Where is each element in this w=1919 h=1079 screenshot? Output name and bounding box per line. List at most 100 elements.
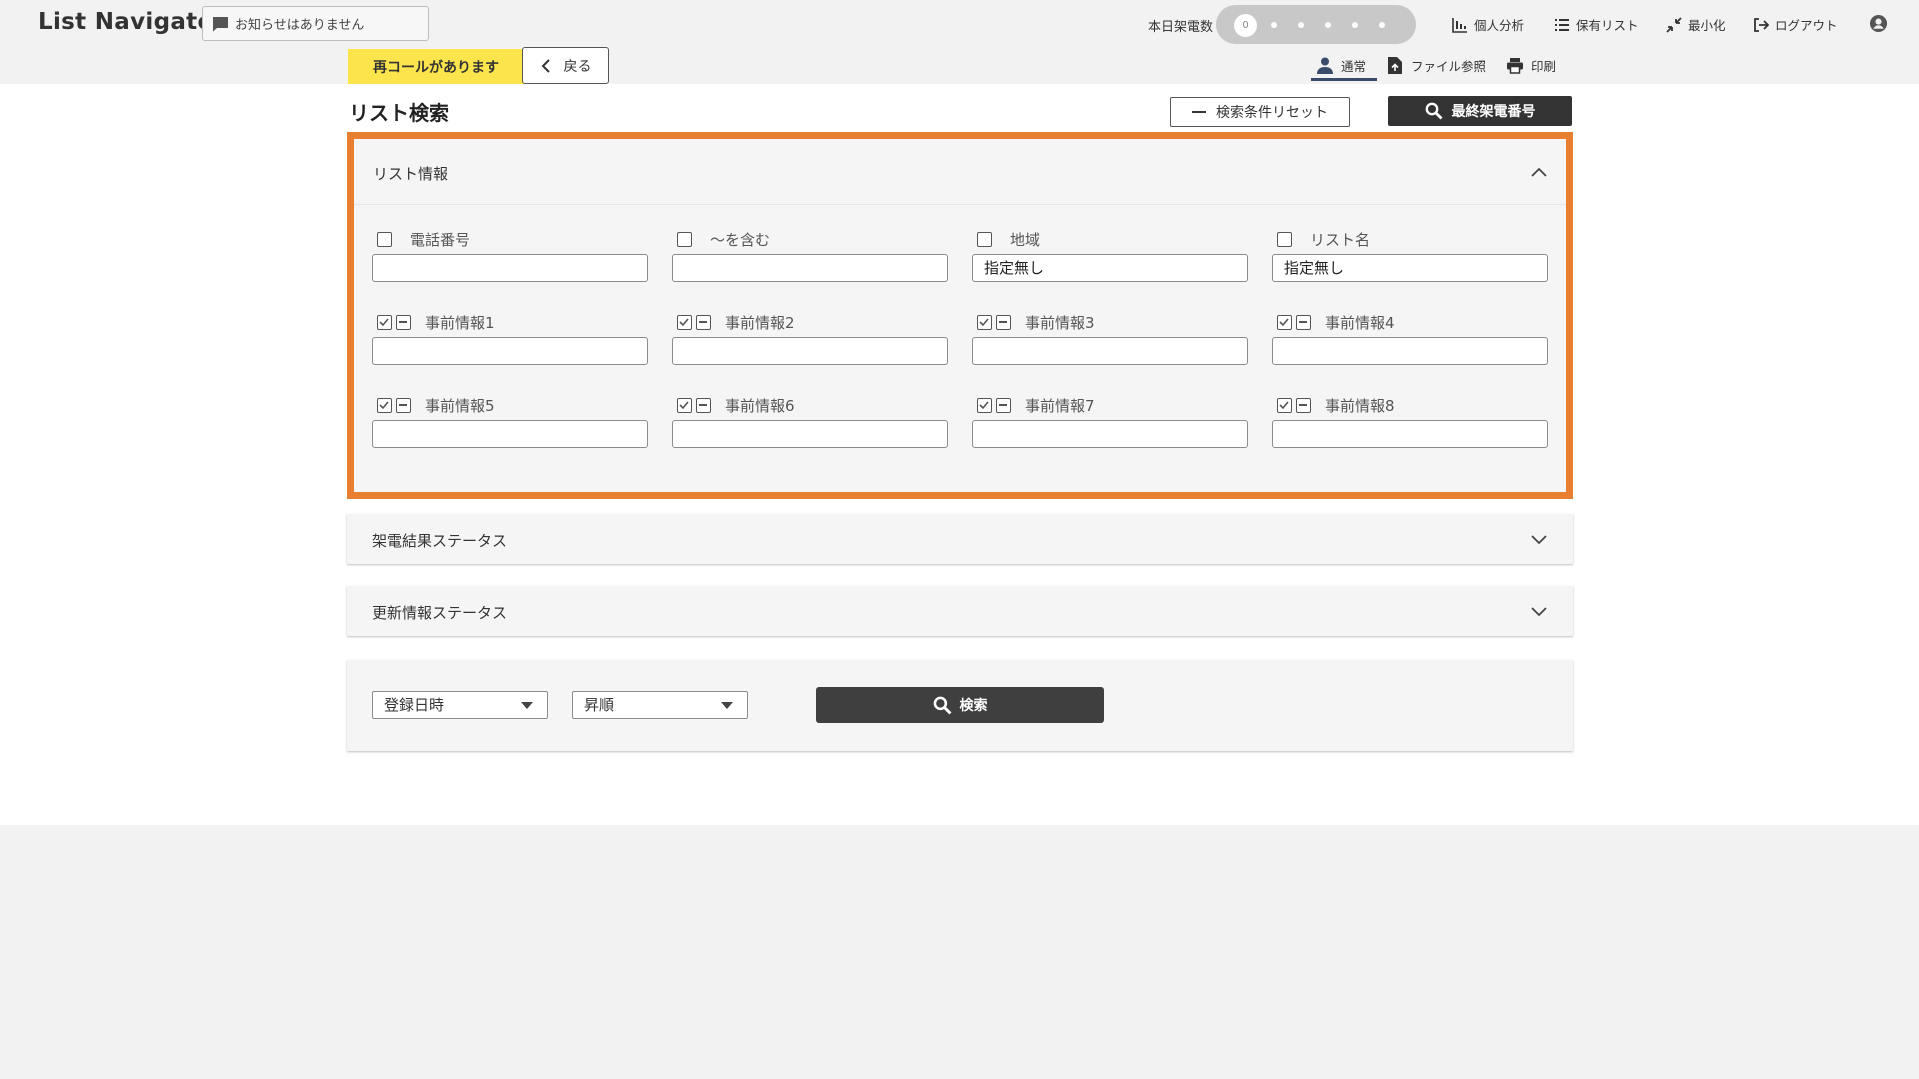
- pre4-checkbox[interactable]: [1277, 315, 1292, 330]
- active-tab-indicator: [1311, 78, 1377, 81]
- pre6-field-label: 事前情報6: [677, 395, 795, 416]
- search-icon: [933, 696, 952, 715]
- pre8-exclude-checkbox[interactable]: [1296, 398, 1311, 413]
- mode-normal-tab[interactable]: 通常: [1317, 56, 1366, 75]
- file-upload-icon: [1387, 57, 1403, 74]
- mode-file-label: ファイル参照: [1411, 56, 1486, 75]
- pre2-checkbox[interactable]: [677, 315, 692, 330]
- link-saved-list-label: 保有リスト: [1576, 15, 1639, 34]
- reset-search-button[interactable]: 検索条件リセット: [1170, 97, 1350, 127]
- pre3-checkbox[interactable]: [977, 315, 992, 330]
- list-name-checkbox[interactable]: [1277, 232, 1292, 247]
- pre1-label-text: 事前情報1: [425, 312, 495, 333]
- check-icon: [379, 317, 389, 327]
- recall-notice-badge[interactable]: 再コールがあります: [348, 49, 524, 85]
- link-personal-analysis[interactable]: 個人分析: [1452, 15, 1524, 34]
- link-personal-analysis-label: 個人分析: [1474, 15, 1524, 34]
- pre1-input[interactable]: [372, 337, 648, 365]
- pre7-label-text: 事前情報7: [1025, 395, 1095, 416]
- pre3-field-label: 事前情報3: [977, 312, 1095, 333]
- pre6-label-text: 事前情報6: [725, 395, 795, 416]
- pre7-checkbox[interactable]: [977, 398, 992, 413]
- check-icon: [379, 400, 389, 410]
- chevron-left-icon: [540, 59, 552, 73]
- calls-today-label: 本日架電数: [1148, 16, 1213, 35]
- back-button-label: 戻る: [564, 56, 592, 76]
- calls-today-count: 0: [1234, 14, 1257, 37]
- pre5-field-label: 事前情報5: [377, 395, 495, 416]
- link-saved-list[interactable]: 保有リスト: [1554, 15, 1639, 34]
- phone-label-text: 電話番号: [410, 229, 470, 250]
- pre3-input[interactable]: [972, 337, 1248, 365]
- pre6-input[interactable]: [672, 420, 948, 448]
- mode-file-tab[interactable]: ファイル参照: [1387, 56, 1486, 75]
- region-checkbox[interactable]: [977, 232, 992, 247]
- search-button[interactable]: 検索: [816, 687, 1104, 723]
- progress-dot: [1352, 22, 1358, 28]
- pre5-checkbox[interactable]: [377, 398, 392, 413]
- pre4-input[interactable]: [1272, 337, 1548, 365]
- pre3-exclude-checkbox[interactable]: [996, 315, 1011, 330]
- pre1-checkbox[interactable]: [377, 315, 392, 330]
- call-result-status-section[interactable]: 架電結果ステータス: [347, 514, 1573, 564]
- mode-print-label: 印刷: [1531, 56, 1556, 75]
- check-icon: [979, 317, 989, 327]
- link-minimize[interactable]: 最小化: [1666, 15, 1726, 34]
- sort-order-select[interactable]: 昇順: [572, 691, 748, 719]
- pre6-checkbox[interactable]: [677, 398, 692, 413]
- sort-field-select[interactable]: 登録日時: [372, 691, 548, 719]
- pre2-exclude-checkbox[interactable]: [696, 315, 711, 330]
- pre7-field-label: 事前情報7: [977, 395, 1095, 416]
- last-call-number-button[interactable]: 最終架電番号: [1388, 96, 1572, 126]
- phone-checkbox[interactable]: [377, 232, 392, 247]
- pre6-exclude-checkbox[interactable]: [696, 398, 711, 413]
- list-name-label-text: リスト名: [1310, 229, 1370, 250]
- chevron-down-icon[interactable]: [1531, 535, 1547, 545]
- sort-order-value: 昇順: [584, 696, 614, 714]
- caret-down-icon: [521, 702, 533, 709]
- pre8-checkbox[interactable]: [1277, 398, 1292, 413]
- pre8-field-label: 事前情報8: [1277, 395, 1395, 416]
- page-title: リスト検索: [349, 97, 449, 126]
- region-label-text: 地域: [1010, 229, 1040, 250]
- person-icon: [1317, 57, 1333, 74]
- pre3-label-text: 事前情報3: [1025, 312, 1095, 333]
- calls-today-indicator: 0: [1216, 5, 1416, 44]
- pre8-input[interactable]: [1272, 420, 1548, 448]
- check-icon: [679, 400, 689, 410]
- pre1-exclude-checkbox[interactable]: [396, 315, 411, 330]
- mode-print-tab[interactable]: 印刷: [1507, 56, 1556, 75]
- contains-input[interactable]: [672, 254, 948, 282]
- region-field-label: 地域: [977, 229, 1040, 250]
- pre5-input[interactable]: [372, 420, 648, 448]
- contains-checkbox[interactable]: [677, 232, 692, 247]
- list-icon: [1554, 17, 1570, 33]
- user-account-icon[interactable]: [1869, 14, 1888, 33]
- phone-input[interactable]: [372, 254, 648, 282]
- caret-down-icon: [721, 702, 733, 709]
- chevron-down-icon[interactable]: [1531, 607, 1547, 617]
- list-info-header[interactable]: リスト情報: [354, 139, 1566, 205]
- pre7-exclude-checkbox[interactable]: [996, 398, 1011, 413]
- update-info-status-section[interactable]: 更新情報ステータス: [347, 586, 1573, 636]
- pre5-exclude-checkbox[interactable]: [396, 398, 411, 413]
- check-icon: [1279, 317, 1289, 327]
- last-call-number-label: 最終架電番号: [1452, 101, 1536, 121]
- logout-icon: [1753, 17, 1769, 33]
- minus-icon: [1192, 111, 1206, 113]
- pre7-input[interactable]: [972, 420, 1248, 448]
- back-button[interactable]: 戻る: [522, 47, 609, 84]
- link-logout[interactable]: ログアウト: [1753, 15, 1838, 34]
- chevron-up-icon[interactable]: [1531, 167, 1547, 177]
- search-button-label: 検索: [960, 695, 988, 715]
- progress-dot: [1379, 22, 1385, 28]
- pre2-input[interactable]: [672, 337, 948, 365]
- list-name-select[interactable]: 指定無し: [1272, 254, 1548, 282]
- region-select[interactable]: 指定無し: [972, 254, 1248, 282]
- notice-box[interactable]: お知らせはありません: [202, 6, 429, 41]
- pre4-field-label: 事前情報4: [1277, 312, 1395, 333]
- mode-normal-label: 通常: [1341, 56, 1366, 75]
- pre2-label-text: 事前情報2: [725, 312, 795, 333]
- search-icon: [1425, 102, 1443, 120]
- pre4-exclude-checkbox[interactable]: [1296, 315, 1311, 330]
